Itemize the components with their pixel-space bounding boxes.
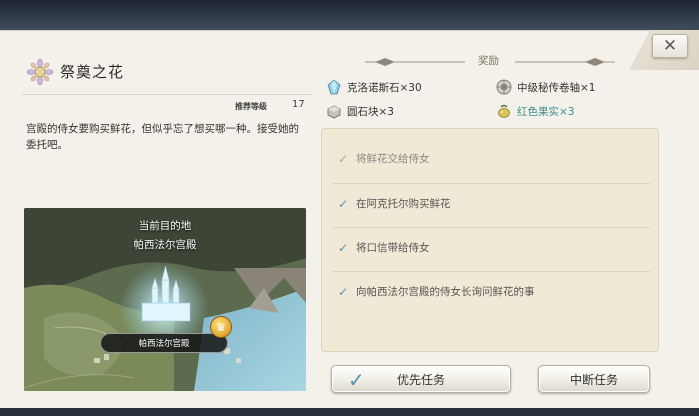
close-icon: ✕ — [662, 36, 678, 56]
reward-item-round-stone[interactable]: 圆石块×3 — [326, 103, 394, 119]
red-fruit-icon — [496, 103, 512, 119]
flower-quest-icon — [26, 58, 54, 86]
objective-label: 将口信带给侍女 — [356, 242, 430, 254]
objective-label: 向帕西法尔宫殿的侍女长询问鲜花的事 — [356, 286, 535, 298]
stone-block-icon — [326, 103, 342, 119]
recommended-level-label: 推荐等级 — [235, 102, 267, 111]
reward-label: 中级秘传卷轴×1 — [517, 81, 596, 94]
objective-divider — [332, 271, 650, 272]
objective-list: ✓ 将鲜花交给侍女 ✓ 在阿克托尔购买鲜花 ✓ 将口信带给侍女 ✓ 向帕西法尔宫… — [321, 128, 659, 352]
destination-map[interactable]: 当前目的地 帕西法尔宫殿 帕西法尔宫殿 ♛ — [24, 208, 306, 391]
reward-item-chronos-stone[interactable]: 克洛诺斯石×30 — [326, 79, 422, 95]
check-icon: ✓ — [338, 196, 349, 211]
close-button[interactable]: ✕ — [652, 34, 688, 58]
objective-item: ✓ 向帕西法尔宫殿的侍女长询问鲜花的事 — [338, 284, 535, 299]
scroll-icon — [496, 79, 512, 95]
check-icon: ✓ — [338, 151, 349, 166]
objective-divider — [332, 183, 650, 184]
objective-label: 在阿克托尔购买鲜花 — [356, 198, 451, 210]
quest-description: 宫殿的侍女要购买鲜花，但似乎忘了想买哪一种。接受她的委托吧。 — [26, 123, 299, 151]
reward-label: 圆石块×3 — [347, 105, 394, 118]
abort-quest-label: 中断任务 — [569, 372, 618, 387]
objective-item: ✓ 将鲜花交给侍女 — [338, 151, 430, 166]
crown-marker-icon[interactable]: ♛ — [210, 316, 232, 338]
check-icon: ✓ — [338, 240, 349, 255]
reward-title: 奖励 — [478, 55, 499, 67]
check-icon: ✓ — [348, 368, 365, 392]
objective-item: ✓ 在阿克托尔购买鲜花 — [338, 196, 451, 211]
reward-label: 克洛诺斯石×30 — [347, 81, 422, 94]
title-divider — [22, 94, 312, 95]
objective-item: ✓ 将口信带给侍女 — [338, 240, 430, 255]
current-destination-name: 帕西法尔宫殿 — [133, 239, 197, 251]
recommended-level-value: 17 — [292, 99, 305, 110]
abort-quest-button[interactable]: 中断任务 — [538, 365, 650, 393]
quest-title: 祭奠之花 — [60, 63, 125, 81]
objective-divider — [332, 227, 650, 228]
priority-quest-button[interactable]: ✓ 优先任务 — [331, 365, 511, 393]
reward-label: 红色果实×3 — [517, 105, 575, 118]
objective-label: 将鲜花交给侍女 — [356, 153, 430, 165]
reward-item-scroll[interactable]: 中级秘传卷轴×1 — [496, 79, 595, 95]
check-icon: ✓ — [338, 284, 349, 299]
priority-quest-label: 优先任务 — [396, 372, 445, 387]
current-destination-title: 当前目的地 — [138, 220, 192, 232]
map-location-label: 帕西法尔宫殿 — [100, 333, 228, 353]
crystal-stone-icon — [326, 79, 342, 95]
reward-item-red-fruit[interactable]: 红色果实×3 — [496, 103, 574, 119]
